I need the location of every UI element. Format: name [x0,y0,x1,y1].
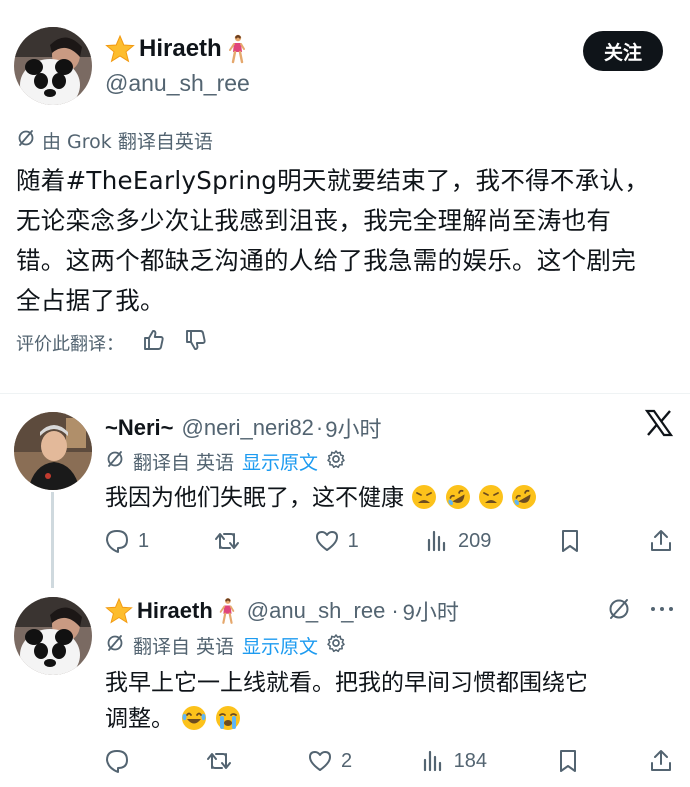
views-chart-icon [423,750,441,772]
like-button[interactable]: 2 [307,748,352,774]
follow-button[interactable]: 关注 [583,31,663,71]
views-count: 184 [453,749,487,772]
bookmark-button[interactable] [557,528,583,554]
rofl-emoji-icon [511,484,537,510]
reply-text: 我早上它一上线就看。把我的早间习惯都围绕它 调整。 [105,665,665,737]
share-icon [650,530,671,551]
author-handle[interactable]: @anu_sh_ree [105,70,250,97]
walking-woman-emoji-icon [217,597,237,625]
thumbs-up-icon[interactable] [142,328,166,357]
reply-count: 1 [138,529,150,552]
reply-translation-line: 翻译自 英语 显示原文 [105,448,346,475]
translation-note: 由 Grok 翻译自英语 [16,127,213,154]
heart-icon [315,531,338,551]
bookmark-icon [559,750,576,772]
loudly-crying-face-emoji-icon [215,705,241,731]
star-emoji-icon [105,597,133,625]
reply-author-handle[interactable]: @anu_sh_ree [247,598,386,624]
joy-face-emoji-icon [181,705,207,731]
reply-actions: 2 184 [104,748,674,774]
reply-button[interactable] [104,748,138,774]
x-logo-icon[interactable] [644,408,674,438]
reply-avatar[interactable] [14,597,92,675]
like-count: 2 [341,749,353,772]
retweet-icon [215,533,240,549]
settings-gear-icon[interactable] [326,633,346,658]
reply-text-content: 我因为他们失眠了，这不健康 [105,485,404,511]
views-count: 209 [458,529,492,552]
retweet-button[interactable] [214,528,248,554]
reply-text-line-1: 我早上它一上线就看。把我的早间习惯都围绕它 [105,670,588,696]
reply-header: Hiraeth @anu_sh_ree · 9小时 [105,595,459,627]
rate-translation: 评价此翻译： [16,328,208,357]
views-button[interactable]: 184 [420,748,487,774]
thumbs-down-icon[interactable] [184,328,208,357]
reply-text-line-2: 调整。 [105,706,174,732]
thread-connector-line [51,492,54,588]
reply-header: ~Neri~ @neri_neri82 · 9小时 [105,412,382,444]
walking-woman-emoji-icon [226,34,248,64]
share-icon [651,750,671,771]
reply-avatar[interactable] [14,412,92,490]
bookmark-button[interactable] [555,748,581,774]
weary-face-emoji-icon [411,484,437,510]
grok-icon [16,128,36,153]
author-avatar[interactable] [14,27,92,105]
rofl-emoji-icon [445,484,471,510]
translated-from-label: 翻译自 英语 [133,452,235,474]
reply-author-name[interactable]: ~Neri~ [105,415,174,441]
section-divider [0,393,690,394]
retweet-button[interactable] [206,748,240,774]
reply-button[interactable]: 1 [104,528,149,554]
retweet-icon [206,753,231,769]
author-name[interactable]: Hiraeth [139,35,222,63]
reply-time[interactable]: 9小时 [403,595,459,627]
more-options-icon[interactable] [648,596,676,622]
meta-separator: · [391,598,399,623]
rate-label: 评价此翻译： [16,333,124,355]
weary-face-emoji-icon [478,484,504,510]
grok-icon[interactable] [606,596,632,622]
reply-actions: 1 1 209 [104,528,674,554]
share-button[interactable] [648,748,674,774]
show-original-link[interactable]: 显示原文 [242,448,318,475]
reply-text: 我因为他们失眠了，这不健康 [105,480,665,516]
translated-from-label: 翻译自 英语 [133,636,235,658]
reply-time[interactable]: 9小时 [325,412,381,444]
like-count: 1 [347,529,359,552]
share-button[interactable] [648,528,674,554]
reply-icon [106,750,128,773]
star-emoji-icon [105,34,135,64]
meta-separator: · [315,415,324,440]
author-name-row[interactable]: Hiraeth [105,34,248,64]
reply-author-handle[interactable]: @neri_neri82 [182,415,314,441]
post-text: 随着#TheEarlySpring明天就要结束了，我不得不承认，无论栾念多少次让… [16,166,650,315]
reply-translation-line: 翻译自 英语 显示原文 [105,632,346,659]
heart-icon [309,751,331,771]
reply-text-line-2-row: 调整。 [105,701,665,737]
show-original-link[interactable]: 显示原文 [242,632,318,659]
reply-author-name[interactable]: Hiraeth [137,598,213,624]
translation-note-text: 由 Grok 翻译自英语 [42,131,213,153]
grok-icon [105,633,125,658]
views-button[interactable]: 209 [424,528,491,554]
like-button[interactable]: 1 [314,528,359,554]
settings-gear-icon[interactable] [326,449,346,474]
bookmark-icon [561,530,578,552]
reply-icon [106,530,128,553]
views-chart-icon [427,530,446,552]
grok-icon [105,449,125,474]
